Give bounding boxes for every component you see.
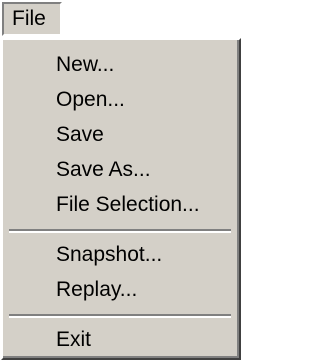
menu-item-open[interactable]: Open...	[3, 85, 237, 115]
menu-item-new[interactable]: New...	[3, 50, 237, 80]
menu-item-save[interactable]: Save	[3, 120, 237, 150]
menu-bar: File	[0, 0, 241, 40]
menu-item-exit[interactable]: Exit	[3, 325, 237, 355]
menu-item-snapshot[interactable]: Snapshot...	[3, 240, 237, 270]
file-dropdown-menu: New... Open... Save Save As... File Sele…	[1, 38, 241, 360]
menu-item-replay[interactable]: Replay...	[3, 275, 237, 305]
menu-separator	[9, 314, 231, 318]
menu-separator	[9, 229, 231, 233]
menu-item-file-selection[interactable]: File Selection...	[3, 190, 237, 220]
menu-item-save-as[interactable]: Save As...	[3, 155, 237, 185]
file-menu-button[interactable]: File	[2, 2, 62, 36]
